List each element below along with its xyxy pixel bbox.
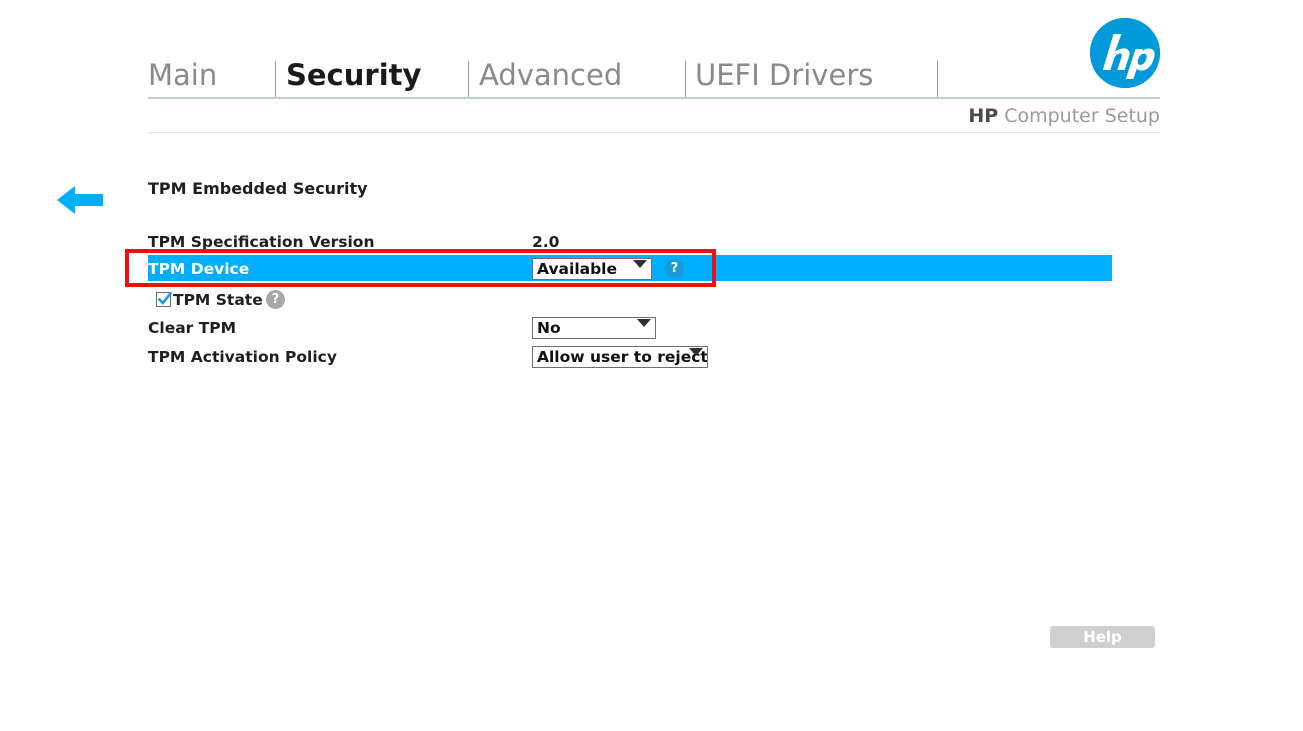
chevron-down-icon [689, 348, 703, 356]
left-arrow-annotation-icon [55, 180, 105, 220]
tabbar-underline [148, 97, 1160, 99]
help-icon-tpm-state: ? [266, 290, 285, 309]
tab-uefi-drivers[interactable]: UEFI Drivers [695, 55, 873, 99]
row-tpm-state[interactable]: TPM State ? [0, 288, 1303, 312]
tab-advanced[interactable]: Advanced [479, 55, 622, 99]
tab-separator-3 [685, 61, 686, 97]
tab-main[interactable]: Main [148, 55, 217, 99]
tab-separator-1 [275, 61, 276, 97]
tab-separator-2 [468, 61, 469, 97]
chevron-down-icon [637, 319, 651, 327]
label-tpm-activation-policy: TPM Activation Policy [148, 348, 337, 366]
main-tabbar: Main Security Advanced UEFI Drivers [148, 55, 1160, 99]
tab-separator-4 [937, 61, 938, 97]
select-tpm-activation-policy[interactable]: Allow user to reject [532, 346, 708, 368]
label-clear-tpm: Clear TPM [148, 319, 237, 337]
row-clear-tpm[interactable]: Clear TPM No [0, 316, 1303, 340]
caption-underline [148, 132, 1160, 133]
app-title-brand: HP [968, 105, 999, 127]
help-button[interactable]: Help [1050, 626, 1155, 648]
select-clear-tpm-value: No [537, 319, 561, 337]
row-tpm-activation-policy[interactable]: TPM Activation Policy Allow user to reje… [0, 345, 1303, 369]
section-heading-tpm-embedded-security: TPM Embedded Security [148, 179, 368, 198]
label-tpm-state: TPM State [173, 291, 263, 309]
checkbox-tpm-state[interactable] [156, 291, 173, 307]
select-tpm-activation-policy-value: Allow user to reject [537, 348, 708, 366]
select-clear-tpm[interactable]: No [532, 317, 656, 339]
app-title: HP Computer Setup [968, 105, 1160, 127]
tab-security[interactable]: Security [286, 55, 421, 99]
red-highlight-box-annotation [125, 249, 716, 287]
app-title-rest: Computer Setup [998, 105, 1160, 127]
